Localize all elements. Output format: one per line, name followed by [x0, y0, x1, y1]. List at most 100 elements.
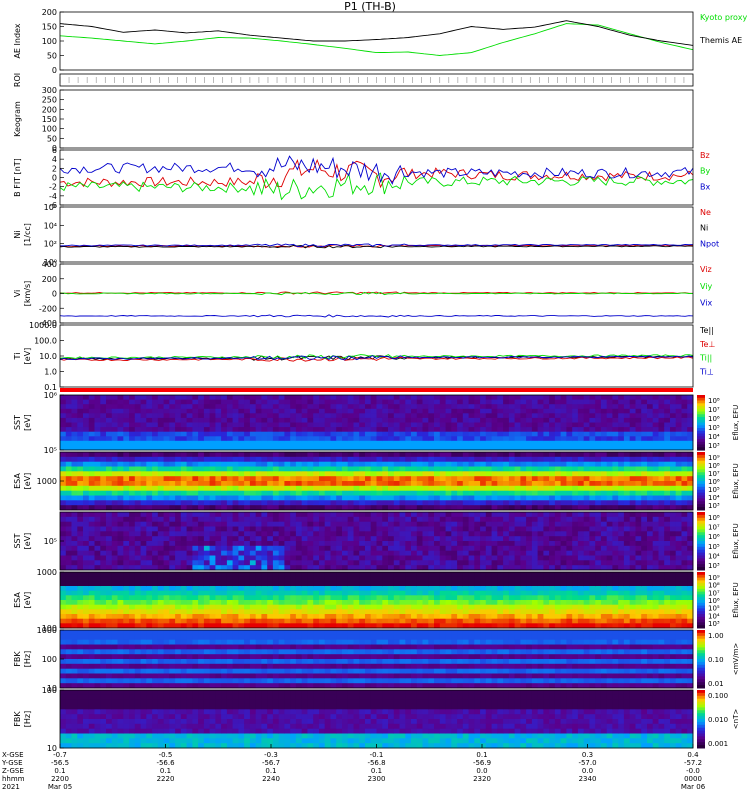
- spectrogram-cell: [324, 604, 331, 610]
- spectrogram-cell: [163, 590, 170, 596]
- spectrogram-cell: [278, 417, 285, 423]
- spectrogram-cell: [146, 485, 153, 491]
- spectrogram-cell: [485, 427, 492, 433]
- spectrogram-cell: [209, 417, 216, 423]
- spectrogram-cell: [393, 555, 400, 561]
- spectrogram-cell: [434, 531, 441, 537]
- spectrogram-cell: [330, 436, 337, 442]
- spectrogram-cell: [244, 576, 251, 582]
- spectrogram-cell: [324, 466, 331, 472]
- spectrogram-cell: [215, 436, 222, 442]
- spectrogram-cell: [77, 516, 84, 522]
- spectrogram-cell: [106, 521, 113, 527]
- spectrogram-cell: [658, 495, 665, 501]
- panel-7-colorbar: 10⁸10⁷10⁶10⁵10⁴10³Eflux, EFU: [697, 395, 740, 451]
- spectrogram-cell: [129, 600, 136, 606]
- spectrogram-cell: [290, 614, 297, 620]
- spectrogram-cell: [307, 595, 314, 601]
- spectrogram-cell: [497, 555, 504, 561]
- spectrogram-cell: [324, 555, 331, 561]
- spectrogram-cell: [226, 581, 234, 587]
- spectrogram-cell: [100, 485, 107, 491]
- spectrogram-cell: [152, 490, 159, 496]
- spectrogram-cell: [583, 404, 590, 410]
- spectrogram-cell: [134, 590, 141, 596]
- spectrogram-cell: [393, 590, 400, 596]
- spectrogram-cell: [549, 408, 556, 414]
- spectrogram-cell: [226, 604, 234, 610]
- spectrogram-cell: [572, 545, 579, 551]
- spectrogram-cell: [405, 500, 412, 506]
- spectrogram-cell: [635, 541, 642, 547]
- spectrogram-cell: [675, 545, 682, 551]
- spectrogram-cell: [117, 555, 124, 561]
- spectrogram-cell: [261, 586, 268, 592]
- spectrogram-cell: [336, 555, 343, 561]
- spectrogram-cell: [215, 422, 222, 428]
- spectrogram-cell: [411, 452, 418, 458]
- spectrogram-cell: [77, 541, 84, 547]
- spectrogram-cell: [612, 417, 619, 423]
- spectrogram-cell: [319, 512, 326, 518]
- spectrogram-cell: [186, 476, 193, 482]
- spectrogram-cell: [497, 461, 504, 467]
- spectrogram-cell: [290, 408, 297, 414]
- spectrogram-cell: [301, 576, 308, 582]
- spectrogram-cell: [175, 576, 182, 582]
- spectrogram-cell: [497, 550, 504, 556]
- spectrogram-cell: [330, 427, 337, 433]
- spectrogram-cell: [88, 500, 95, 506]
- spectrogram-cell: [88, 512, 95, 518]
- spectrogram-cell: [623, 471, 631, 477]
- spectrogram-cell: [209, 521, 216, 527]
- spectrogram-cell: [175, 604, 182, 610]
- spectrogram-cell: [353, 452, 360, 458]
- spectrogram-cell: [152, 395, 159, 400]
- spectrogram-cell: [278, 408, 285, 414]
- spectrogram-cell: [635, 531, 642, 537]
- spectrogram-cell: [647, 545, 654, 551]
- spectrogram-cell: [485, 536, 492, 542]
- spectrogram-cell: [123, 560, 130, 566]
- spectrogram-cell: [295, 404, 303, 410]
- spectrogram-cell: [451, 422, 458, 428]
- spectrogram-cell: [180, 436, 187, 442]
- spectrogram-cell: [554, 545, 562, 551]
- spectrogram-cell: [146, 545, 153, 551]
- spectrogram-cell: [652, 466, 659, 472]
- spectrogram-cell: [255, 576, 262, 582]
- spectrogram-cell: [215, 604, 222, 610]
- spectrogram-cell: [215, 404, 222, 410]
- spectrogram-cell: [388, 581, 395, 587]
- spectrogram-cell: [480, 440, 487, 446]
- spectrogram-cell: [313, 586, 320, 592]
- spectrogram-cell: [589, 476, 596, 482]
- y-tick-label: 6: [52, 146, 57, 155]
- spectrogram-cell: [370, 427, 377, 433]
- spectrogram-cell: [434, 490, 441, 496]
- spectrogram-cell: [342, 512, 349, 518]
- spectrogram-cell: [670, 555, 677, 561]
- spectrogram-cell: [249, 422, 257, 428]
- spectrogram-cell: [537, 466, 544, 472]
- spectrogram-cell: [60, 476, 67, 482]
- spectrogram-cell: [65, 536, 72, 542]
- spectrogram-cell: [681, 413, 688, 419]
- spectrogram-cell: [365, 490, 372, 496]
- spectrogram-cell: [537, 476, 544, 482]
- spectrogram-cell: [583, 481, 590, 487]
- spectrogram-cell: [60, 545, 67, 551]
- spectrogram-cell: [65, 560, 72, 566]
- spectrogram-cell: [589, 516, 596, 522]
- spectrogram-cell: [491, 427, 498, 433]
- spectrogram-cell: [474, 490, 481, 496]
- spectrogram-cell: [589, 431, 596, 437]
- spectrogram-cell: [687, 476, 694, 482]
- spectrogram-cell: [134, 476, 141, 482]
- spectrogram-cell: [393, 452, 400, 458]
- spectrogram-cell: [83, 516, 90, 522]
- spectrogram-cell: [295, 440, 303, 446]
- spectrogram-cell: [77, 595, 84, 601]
- spectrogram-cell: [365, 395, 372, 400]
- spectrogram-cell: [60, 516, 67, 522]
